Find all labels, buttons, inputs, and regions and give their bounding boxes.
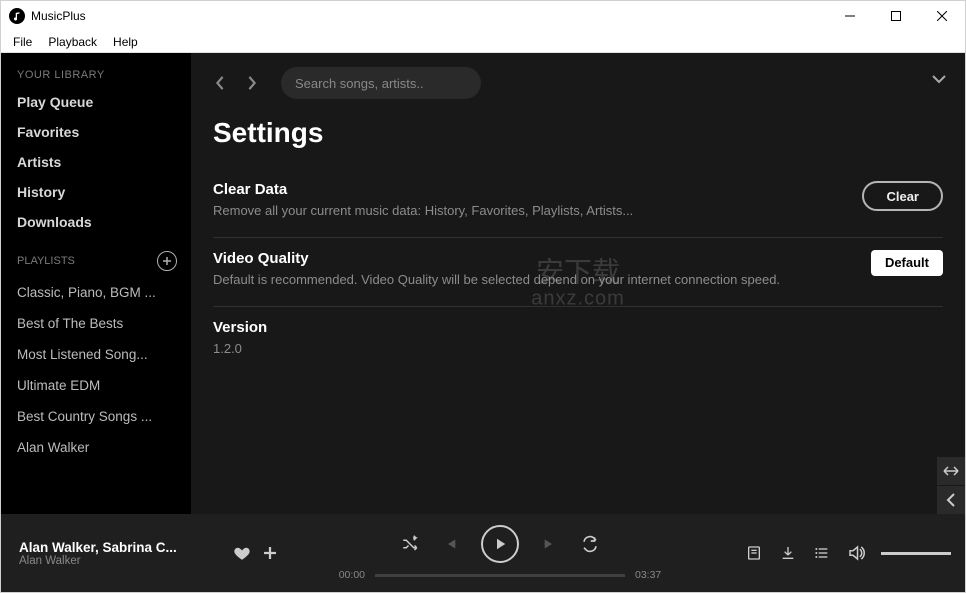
app-title: MusicPlus <box>31 9 86 23</box>
repeat-button[interactable] <box>581 535 599 553</box>
lyrics-button[interactable] <box>745 544 763 562</box>
video-quality-desc: Default is recommended. Video Quality wi… <box>213 271 859 290</box>
version-value: 1.2.0 <box>213 340 931 359</box>
play-button[interactable] <box>481 525 519 563</box>
clear-data-desc: Remove all your current music data: Hist… <box>213 202 850 221</box>
sidebar-item-favorites[interactable]: Favorites <box>1 117 191 147</box>
volume-button[interactable] <box>847 544 865 562</box>
add-to-playlist-button[interactable] <box>261 544 279 562</box>
collapse-button[interactable] <box>931 71 947 89</box>
player-bar: Alan Walker, Sabrina C... Alan Walker 00… <box>1 514 965 592</box>
track-artist: Alan Walker <box>19 555 223 567</box>
sidebar-library-header: YOUR LIBRARY <box>1 65 191 87</box>
window-minimize-button[interactable] <box>827 1 873 31</box>
menu-playback[interactable]: Playback <box>40 33 105 51</box>
download-button[interactable] <box>779 544 797 562</box>
menu-help[interactable]: Help <box>105 33 146 51</box>
video-quality-button[interactable]: Default <box>871 250 943 276</box>
favorite-button[interactable] <box>233 544 251 562</box>
sidebar: YOUR LIBRARY Play Queue Favorites Artist… <box>1 53 191 514</box>
menubar: File Playback Help <box>1 31 965 53</box>
queue-button[interactable] <box>813 544 831 562</box>
next-button[interactable] <box>541 535 559 553</box>
playlist-item[interactable]: Ultimate EDM <box>1 370 191 401</box>
search-input[interactable]: Search songs, artists.. <box>281 67 481 99</box>
clear-button[interactable]: Clear <box>862 181 943 211</box>
playlist-item[interactable]: Best of The Bests <box>1 308 191 339</box>
collapse-right-button[interactable] <box>937 486 965 514</box>
window-maximize-button[interactable] <box>873 1 919 31</box>
progress-bar[interactable] <box>375 574 625 577</box>
nav-forward-button[interactable] <box>241 72 263 94</box>
app-icon <box>9 8 25 24</box>
playlist-item[interactable]: Best Country Songs ... <box>1 401 191 432</box>
add-playlist-button[interactable] <box>157 251 177 271</box>
previous-button[interactable] <box>441 535 459 553</box>
window-titlebar: MusicPlus <box>1 1 965 31</box>
version-label: Version <box>213 319 931 336</box>
playlist-item[interactable]: Most Listened Song... <box>1 339 191 370</box>
menu-file[interactable]: File <box>5 33 40 51</box>
sidebar-item-history[interactable]: History <box>1 177 191 207</box>
video-quality-label: Video Quality <box>213 250 859 267</box>
setting-row-video-quality: Video Quality Default is recommended. Vi… <box>213 238 943 307</box>
setting-row-clear-data: Clear Data Remove all your current music… <box>213 169 943 238</box>
sidebar-playlists-header: PLAYLISTS <box>17 255 75 267</box>
setting-row-version: Version 1.2.0 <box>213 307 943 375</box>
track-title: Alan Walker, Sabrina C... <box>19 540 223 555</box>
toggle-width-button[interactable] <box>937 457 965 485</box>
shuffle-button[interactable] <box>401 535 419 553</box>
page-title: Settings <box>213 117 943 149</box>
sidebar-item-play-queue[interactable]: Play Queue <box>1 87 191 117</box>
sidebar-item-artists[interactable]: Artists <box>1 147 191 177</box>
playlist-item[interactable]: Alan Walker <box>1 432 191 463</box>
time-elapsed: 00:00 <box>339 569 365 581</box>
nav-back-button[interactable] <box>209 72 231 94</box>
main-panel: Search songs, artists.. Settings Clear D… <box>191 53 965 514</box>
window-close-button[interactable] <box>919 1 965 31</box>
volume-slider[interactable] <box>881 552 951 555</box>
playlist-item[interactable]: Classic, Piano, BGM ... <box>1 277 191 308</box>
sidebar-item-downloads[interactable]: Downloads <box>1 207 191 237</box>
clear-data-label: Clear Data <box>213 181 850 198</box>
time-total: 03:37 <box>635 569 661 581</box>
